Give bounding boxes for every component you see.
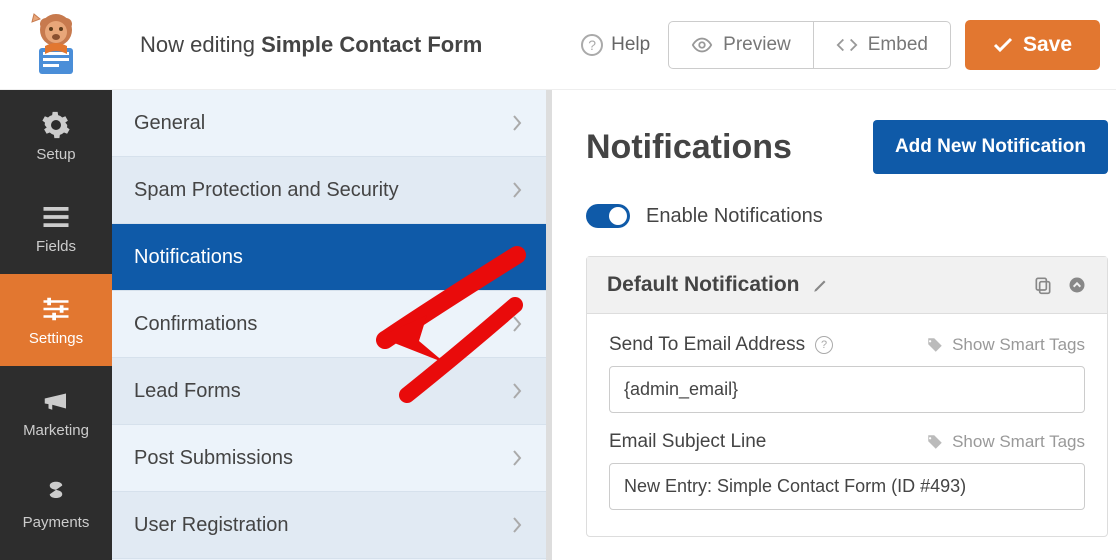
chevron-right-icon: [512, 382, 522, 400]
collapse-icon[interactable]: [1067, 275, 1087, 295]
pencil-icon[interactable]: [812, 276, 830, 294]
help-icon[interactable]: ?: [815, 336, 833, 354]
page-title: Notifications: [586, 128, 792, 167]
settings-item-label: Confirmations: [134, 313, 257, 336]
tag-icon: [926, 336, 944, 354]
check-icon: [993, 37, 1013, 53]
settings-item-label: Post Submissions: [134, 447, 293, 470]
settings-item-general[interactable]: General: [112, 90, 546, 157]
code-icon: [836, 34, 858, 56]
smart-tags-label: Show Smart Tags: [952, 335, 1085, 355]
settings-item-confirmations[interactable]: Confirmations: [112, 291, 546, 358]
help-icon: ?: [581, 34, 603, 56]
left-nav: Setup Fields Settings Marketing Payments: [0, 90, 112, 560]
show-smart-tags-button[interactable]: Show Smart Tags: [926, 335, 1085, 355]
settings-item-label: General: [134, 112, 205, 135]
save-button[interactable]: Save: [965, 20, 1100, 70]
main-content: Notifications Add New Notification Enabl…: [552, 90, 1116, 560]
notification-panel: Default Notification Send To Email Addre…: [586, 256, 1108, 537]
nav-label: Fields: [36, 238, 76, 255]
nav-settings[interactable]: Settings: [0, 274, 112, 366]
save-label: Save: [1023, 33, 1072, 57]
list-icon: [41, 202, 71, 232]
subject-label: Email Subject Line: [609, 431, 766, 453]
enable-notifications-toggle[interactable]: [586, 204, 630, 228]
chevron-right-icon: [512, 181, 522, 199]
settings-item-lead-forms[interactable]: Lead Forms: [112, 358, 546, 425]
editing-title: Now editing Simple Contact Form: [140, 32, 581, 58]
eye-icon: [691, 34, 713, 56]
send-to-input[interactable]: [609, 366, 1085, 413]
top-bar: Now editing Simple Contact Form ? Help P…: [0, 0, 1116, 90]
nav-marketing[interactable]: Marketing: [0, 366, 112, 458]
embed-label: Embed: [868, 34, 928, 56]
gear-icon: [41, 110, 71, 140]
subject-input[interactable]: [609, 463, 1085, 510]
tag-icon: [926, 433, 944, 451]
help-button[interactable]: ? Help: [581, 34, 650, 56]
nav-payments[interactable]: Payments: [0, 458, 112, 550]
copy-icon[interactable]: [1033, 275, 1053, 295]
nav-label: Setup: [36, 146, 75, 163]
settings-item-label: Notifications: [134, 246, 243, 269]
preview-embed-group: Preview Embed: [668, 21, 951, 69]
settings-item-spam[interactable]: Spam Protection and Security: [112, 157, 546, 224]
settings-item-notifications[interactable]: Notifications: [112, 224, 546, 291]
preview-label: Preview: [723, 34, 791, 56]
chevron-right-icon: [512, 315, 522, 333]
panel-header: Default Notification: [587, 257, 1107, 314]
chevron-right-icon: [512, 114, 522, 132]
wpforms-logo-icon: [21, 10, 91, 80]
send-to-label: Send To Email Address: [609, 334, 805, 356]
chevron-right-icon: [512, 516, 522, 534]
preview-button[interactable]: Preview: [668, 21, 814, 69]
form-name: Simple Contact Form: [261, 32, 482, 57]
dollar-icon: [41, 478, 71, 508]
logo: [0, 10, 112, 80]
nav-fields[interactable]: Fields: [0, 182, 112, 274]
megaphone-icon: [41, 386, 71, 416]
nav-label: Settings: [29, 330, 83, 347]
help-label: Help: [611, 34, 650, 56]
settings-item-label: Lead Forms: [134, 380, 241, 403]
editing-prefix: Now editing: [140, 32, 261, 57]
nav-label: Marketing: [23, 422, 89, 439]
sliders-icon: [41, 294, 71, 324]
add-notification-button[interactable]: Add New Notification: [873, 120, 1108, 174]
settings-list: General Spam Protection and Security Not…: [112, 90, 552, 560]
settings-item-label: User Registration: [134, 514, 289, 537]
chevron-right-icon: [512, 449, 522, 467]
nav-setup[interactable]: Setup: [0, 90, 112, 182]
embed-button[interactable]: Embed: [814, 21, 951, 69]
show-smart-tags-button[interactable]: Show Smart Tags: [926, 432, 1085, 452]
enable-notifications-label: Enable Notifications: [646, 205, 823, 228]
panel-title: Default Notification: [607, 273, 800, 297]
smart-tags-label: Show Smart Tags: [952, 432, 1085, 452]
settings-item-post-submissions[interactable]: Post Submissions: [112, 425, 546, 492]
settings-item-label: Spam Protection and Security: [134, 179, 399, 202]
nav-label: Payments: [23, 514, 90, 531]
settings-item-user-registration[interactable]: User Registration: [112, 492, 546, 559]
chevron-right-icon: [512, 248, 522, 266]
